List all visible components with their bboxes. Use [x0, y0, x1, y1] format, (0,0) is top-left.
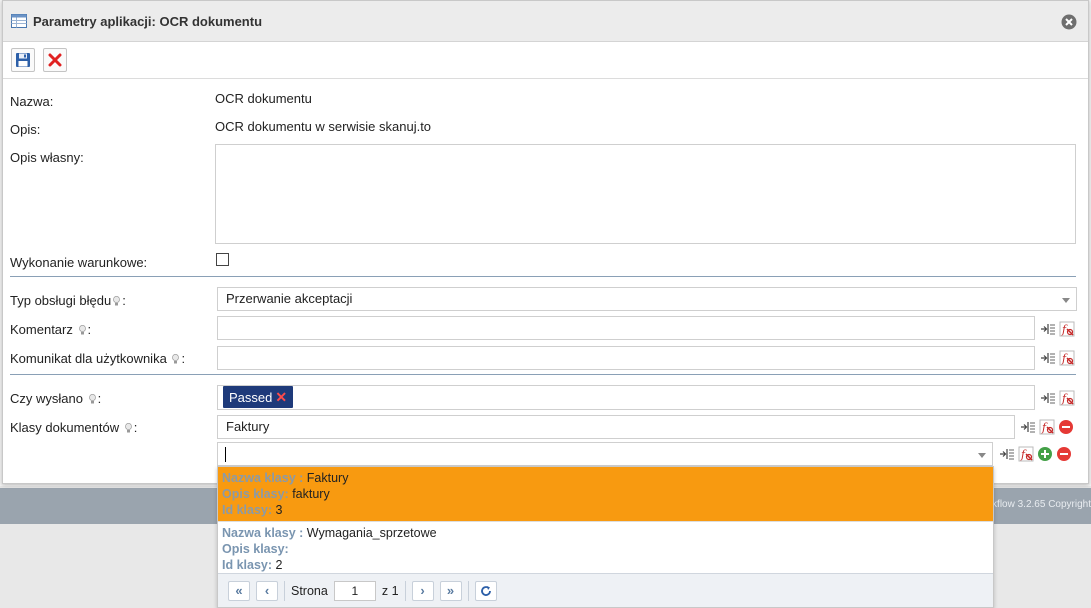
option-id: 3: [275, 503, 283, 517]
option-desc: faktury: [292, 487, 330, 501]
lightbulb-icon: [88, 394, 96, 404]
dialog-toolbar: [3, 42, 1088, 79]
label-colon: :: [181, 351, 186, 366]
own-description-label: Opis własny:: [10, 150, 84, 165]
dropdown-option[interactable]: Nazwa klasy : Faktury Opis klasy: faktur…: [218, 467, 993, 522]
add-icon[interactable]: [1037, 446, 1053, 462]
chevron-down-icon[interactable]: [1062, 298, 1070, 303]
description-value: OCR dokumentu w serwisie skanuj.to: [215, 119, 432, 134]
document-classes-label-text: Klasy dokumentów: [10, 420, 120, 435]
option-id-key: Id klasy:: [222, 558, 273, 572]
section-divider: [10, 276, 1076, 277]
error-handling-select[interactable]: Przerwanie akceptacji: [217, 287, 1077, 311]
option-id-key: Id klasy:: [222, 503, 273, 517]
lightbulb-icon: [124, 423, 132, 433]
cancel-button[interactable]: [43, 48, 67, 72]
label-colon: :: [87, 322, 92, 337]
page-count: z 1: [381, 583, 399, 598]
remove-tag-icon[interactable]: ✕: [275, 389, 287, 405]
remove-icon[interactable]: [1058, 419, 1074, 435]
close-icon[interactable]: [1061, 14, 1077, 30]
label-colon: :: [122, 293, 126, 308]
passed-tag: Passed ✕: [223, 386, 294, 408]
document-class-dropdown: Nazwa klasy : Faktury Opis klasy: faktur…: [217, 466, 994, 608]
option-desc-key: Opis klasy:: [222, 542, 289, 556]
insert-variable-icon[interactable]: [999, 446, 1015, 462]
save-button[interactable]: [11, 48, 35, 72]
sent-actions: f: [1040, 390, 1075, 406]
passed-tag-label: Passed: [229, 390, 273, 405]
insert-variable-icon[interactable]: [1020, 419, 1036, 435]
refresh-button[interactable]: [474, 580, 497, 601]
red-x-icon: [48, 53, 62, 67]
function-icon[interactable]: f: [1059, 321, 1075, 337]
description-label: Opis:: [10, 122, 41, 137]
lightbulb-icon: [172, 354, 180, 364]
user-message-label-text: Komunikat dla użytkownika: [10, 351, 167, 366]
user-message-actions: f: [1040, 350, 1075, 366]
insert-variable-icon[interactable]: [1040, 390, 1056, 406]
label-colon: :: [97, 391, 102, 406]
function-icon[interactable]: f: [1039, 419, 1055, 435]
refresh-icon: [480, 585, 491, 596]
sent-tag-input[interactable]: [217, 385, 1035, 410]
option-name: Faktury: [306, 471, 349, 485]
lightbulb-icon: [78, 325, 86, 335]
function-icon[interactable]: f: [1059, 390, 1075, 406]
comment-input[interactable]: [217, 316, 1035, 340]
sent-label: Czy wysłano :: [10, 391, 101, 406]
option-id: 2: [275, 558, 283, 572]
first-page-button[interactable]: «: [228, 580, 250, 601]
name-value: OCR dokumentu: [215, 91, 312, 106]
document-class-input-2[interactable]: [217, 442, 993, 466]
last-page-button[interactable]: »: [439, 580, 462, 601]
label-colon: :: [133, 420, 138, 435]
user-message-input[interactable]: [217, 346, 1035, 370]
document-class-input-1[interactable]: Faktury: [217, 415, 1015, 439]
comment-label-text: Komentarz: [10, 322, 73, 337]
error-handling-label: Typ obsługi błędu:: [10, 293, 126, 308]
section-divider: [10, 374, 1076, 375]
function-icon[interactable]: f: [1018, 446, 1034, 462]
dialog-titlebar: Parametry aplikacji: OCR dokumentu: [3, 1, 1088, 42]
dropdown-pager: « ‹ Strona 1 z 1 › »: [218, 573, 993, 607]
option-desc-key: Opis klasy:: [222, 487, 289, 501]
prev-page-button[interactable]: ‹: [256, 580, 278, 601]
document-classes-label: Klasy dokumentów :: [10, 420, 137, 435]
pager-separator: [467, 580, 469, 601]
remove-icon[interactable]: [1056, 446, 1072, 462]
function-icon[interactable]: f: [1059, 350, 1075, 366]
page-number-input[interactable]: 1: [333, 580, 376, 601]
insert-variable-icon[interactable]: [1040, 321, 1056, 337]
floppy-disk-icon: [16, 53, 30, 67]
pager-separator: [284, 580, 285, 601]
option-name-key: Nazwa klasy :: [222, 526, 304, 540]
conditional-execution-checkbox[interactable]: [216, 253, 229, 266]
pager-separator: [404, 580, 406, 601]
text-caret: [225, 447, 226, 462]
document-class-1-actions: f: [1020, 419, 1074, 435]
dialog-title: Parametry aplikacji: OCR dokumentu: [33, 13, 263, 29]
user-message-label: Komunikat dla użytkownika :: [10, 351, 185, 366]
dropdown-option[interactable]: Nazwa klasy : Wymagania_sprzetowe Opis k…: [218, 522, 993, 577]
sent-label-text: Czy wysłano: [10, 391, 83, 406]
own-description-textarea[interactable]: [215, 144, 1076, 244]
document-class-2-actions: f: [999, 446, 1072, 462]
page-label: Strona: [291, 583, 328, 598]
conditional-execution-label: Wykonanie warunkowe:: [10, 255, 148, 270]
next-page-button[interactable]: ›: [411, 580, 434, 601]
table-icon: [11, 14, 27, 28]
option-name: Wymagania_sprzetowe: [306, 526, 437, 540]
option-name-key: Nazwa klasy :: [222, 471, 304, 485]
name-label: Nazwa:: [10, 94, 54, 109]
error-handling-label-text: Typ obsługi błędu: [10, 293, 112, 308]
chevron-down-icon[interactable]: [978, 453, 986, 458]
comment-label: Komentarz :: [10, 322, 91, 337]
insert-variable-icon[interactable]: [1040, 350, 1056, 366]
lightbulb-icon: [113, 296, 121, 306]
app-footer-text: kflow 3.2.65 Copyright: [992, 499, 1091, 510]
comment-actions: f: [1040, 321, 1075, 337]
